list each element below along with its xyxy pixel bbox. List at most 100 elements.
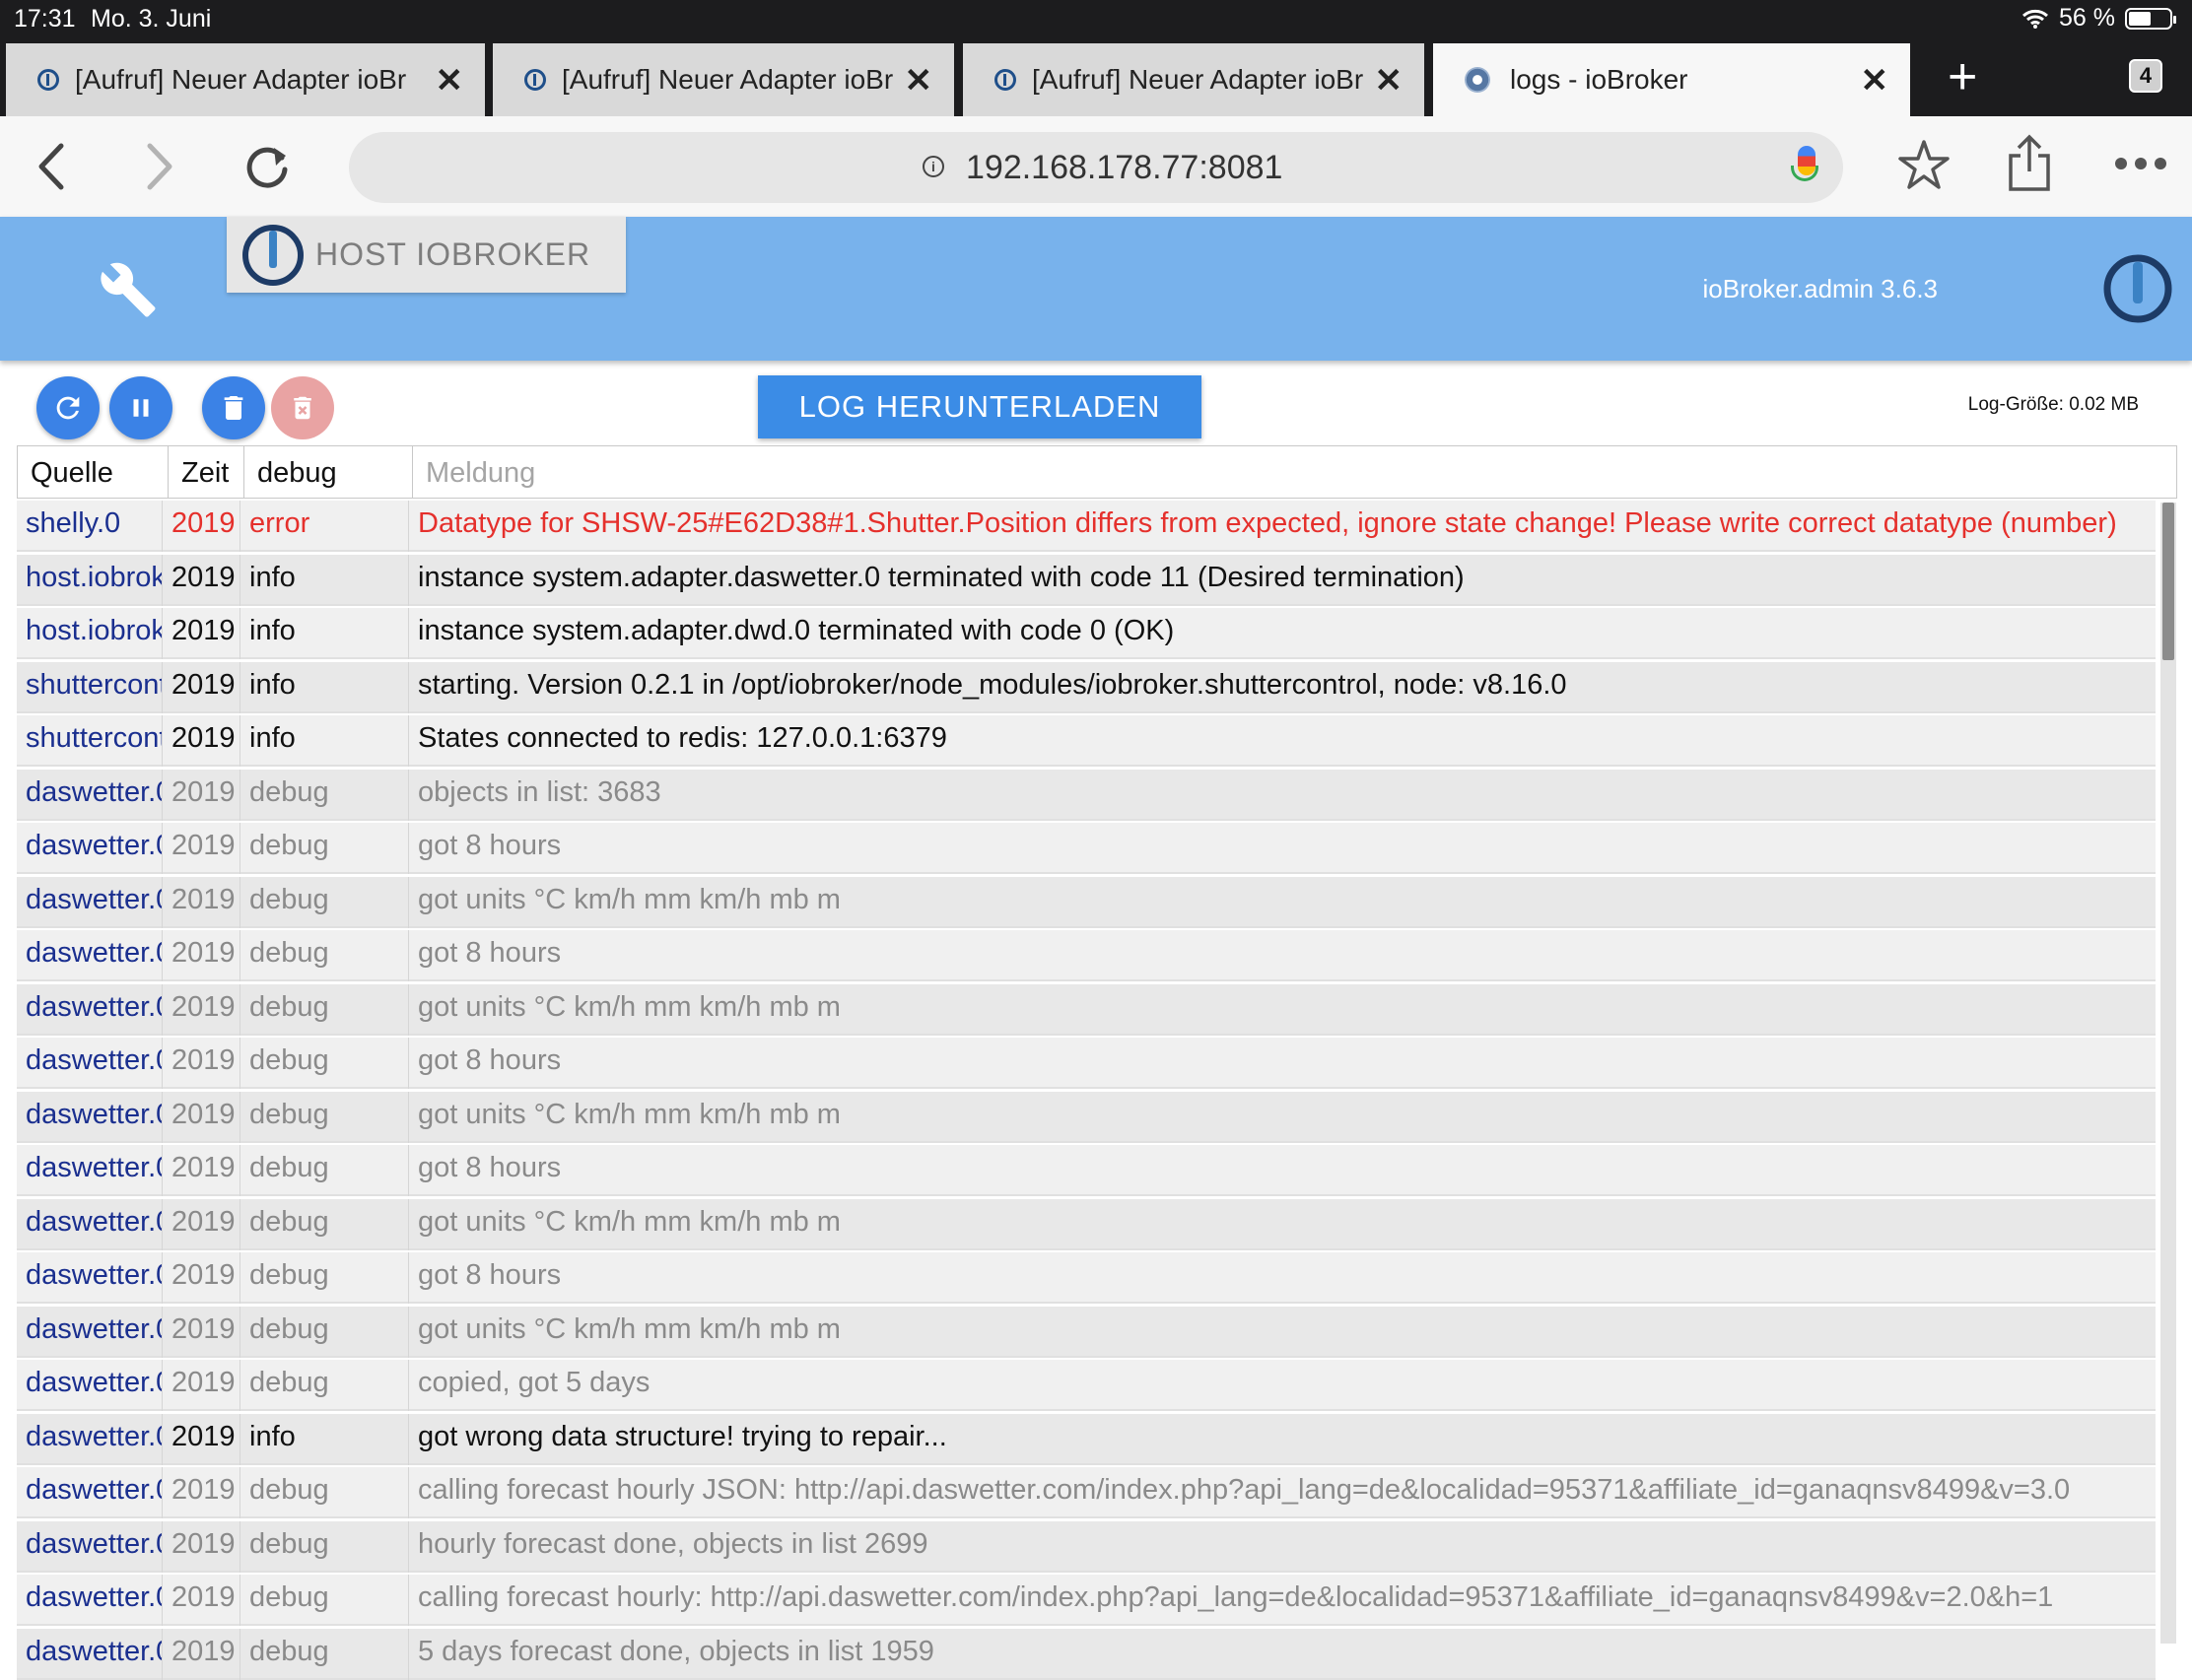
log-severity-cell: debug	[240, 876, 409, 928]
share-icon[interactable]	[2005, 134, 2054, 193]
log-severity-cell: debug	[240, 1520, 409, 1573]
log-source-cell: daswetter.0	[17, 823, 163, 874]
log-message-cell: got units °C km/h mm km/h mb m	[418, 1205, 841, 1238]
log-severity-cell: debug	[240, 1575, 409, 1626]
log-message-cell: got 8 hours	[418, 1259, 562, 1291]
time-column-header[interactable]: Zeit	[169, 446, 244, 498]
log-source-cell: daswetter.0	[17, 1413, 163, 1465]
log-message-cell: got 8 hours	[418, 937, 562, 969]
reload-icon[interactable]	[242, 142, 292, 191]
log-time-cell: 2019	[163, 1575, 240, 1626]
log-row: daswetter.0 2019 debug calling forecast hou…	[17, 1575, 2156, 1626]
log-source-cell: shuttercontrol.0	[17, 661, 163, 713]
tab-title: [Aufruf] Neuer Adapter ioBr	[562, 64, 894, 95]
source-column-header[interactable]: Quelle	[18, 446, 169, 498]
browser-tab-3[interactable]: [Aufruf] Neuer Adapter ioBr ✕	[963, 43, 1424, 116]
pause-button[interactable]	[109, 376, 172, 439]
address-text: 192.168.178.77:8081	[966, 149, 1283, 186]
host-selector-button[interactable]: HOST IOBROKER	[227, 217, 626, 293]
log-source-cell: daswetter.0	[17, 1198, 163, 1250]
log-message-cell: calling forecast hourly JSON: http://api…	[418, 1474, 2071, 1506]
clear-log-button[interactable]	[202, 376, 265, 439]
status-bar: 17:31 Mo. 3. Juni 56 %	[0, 0, 2192, 39]
log-size-label: Log-Größe: 0.02 MB	[1967, 394, 2139, 415]
log-source-cell: daswetter.0	[17, 1091, 163, 1143]
message-filter-input[interactable]: Meldung	[413, 446, 2176, 498]
log-severity-cell: info	[240, 608, 409, 659]
iobroker-favicon-icon	[37, 69, 59, 91]
log-time-cell: 2019	[163, 1038, 240, 1089]
log-row: daswetter.0 2019 debug got 8 hours	[17, 1145, 2156, 1196]
browser-tab-1[interactable]: [Aufruf] Neuer Adapter ioBr ✕	[6, 43, 485, 116]
close-tab-icon[interactable]: ✕	[905, 61, 933, 101]
severity-filter-select[interactable]: debug	[244, 446, 413, 498]
scrollbar-thumb[interactable]	[2162, 503, 2174, 660]
voice-search-icon[interactable]	[1791, 146, 1818, 181]
log-time-cell: 2019	[163, 1198, 240, 1250]
log-severity-cell: debug	[240, 1198, 409, 1250]
log-source-cell: daswetter.0	[17, 1467, 163, 1518]
log-message-cell: States connected to redis: 127.0.0.1:637…	[418, 722, 947, 754]
browser-tab-2[interactable]: [Aufruf] Neuer Adapter ioBr ✕	[493, 43, 954, 116]
refresh-button[interactable]	[36, 376, 100, 439]
back-icon[interactable]	[35, 142, 69, 191]
gear-favicon-icon	[1465, 67, 1490, 93]
site-info-icon[interactable]: i	[923, 156, 944, 177]
log-row: daswetter.0 2019 debug objects in list: 368…	[17, 769, 2156, 821]
forward-icon[interactable]	[142, 142, 175, 191]
iobroker-favicon-icon	[994, 69, 1016, 91]
log-severity-cell: debug	[240, 1467, 409, 1518]
bookmark-star-icon[interactable]	[1896, 138, 1952, 193]
log-row: daswetter.0 2019 debug got 8 hours	[17, 1252, 2156, 1304]
host-label: HOST IOBROKER	[315, 236, 591, 272]
status-date: Mo. 3. Juni	[91, 5, 212, 33]
tab-count-badge[interactable]: 4	[2129, 59, 2162, 93]
iobroker-logo-icon	[2103, 254, 2172, 323]
log-message-cell: instance system.adapter.daswetter.0 term…	[418, 561, 1465, 593]
log-time-cell: 2019	[163, 876, 240, 928]
log-message-cell: 5 days forecast done, objects in list 19…	[418, 1635, 934, 1667]
log-row: daswetter.0 2019 debug got 8 hours	[17, 930, 2156, 981]
trash-icon	[224, 396, 243, 420]
log-severity-cell: error	[240, 501, 409, 552]
log-row: daswetter.0 2019 info got wrong data struct…	[17, 1413, 2156, 1465]
close-tab-icon[interactable]: ✕	[1375, 61, 1404, 101]
log-time-cell: 2019	[163, 1467, 240, 1518]
log-source-cell: daswetter.0	[17, 983, 163, 1036]
log-message-cell: got units °C km/h mm km/h mb m	[418, 883, 841, 915]
log-source-cell: daswetter.0	[17, 1360, 163, 1411]
log-message-cell: calling forecast hourly: http://api.dasw…	[418, 1581, 2054, 1613]
log-severity-cell: info	[240, 715, 409, 767]
log-source-cell: daswetter.0	[17, 769, 163, 821]
log-severity-cell: debug	[240, 1306, 409, 1358]
log-severity-cell: info	[240, 1413, 409, 1465]
log-row: host.iobroker2019info instance system.ada…	[17, 608, 2156, 659]
log-source-cell: daswetter.0	[17, 876, 163, 928]
wrench-icon[interactable]	[99, 260, 158, 319]
log-time-cell: 2019	[163, 1413, 240, 1465]
log-row: daswetter.0 2019 debug 5 days forecast done…	[17, 1628, 2156, 1680]
log-scrollbar[interactable]	[2160, 503, 2176, 1644]
status-time: 17:31	[14, 5, 76, 33]
more-icon[interactable]	[2113, 156, 2168, 171]
address-bar[interactable]: i 192.168.178.77:8081	[349, 132, 1843, 203]
log-time-cell: 2019	[163, 769, 240, 821]
log-message-cell: got units °C km/h mm km/h mb m	[418, 1312, 841, 1345]
new-tab-icon[interactable]: +	[1948, 51, 1977, 102]
log-table-header: Quelle Zeit debug Meldung	[17, 445, 2177, 499]
log-row: host.iobroker2019info instance system.ada…	[17, 554, 2156, 606]
log-severity-cell: debug	[240, 1145, 409, 1196]
log-time-cell: 2019	[163, 554, 240, 606]
close-tab-icon[interactable]: ✕	[1861, 61, 1889, 101]
battery-percent: 56 %	[2059, 4, 2115, 32]
log-time-cell: 2019	[163, 715, 240, 767]
browser-tab-active[interactable]: logs - ioBroker ✕	[1433, 43, 1910, 116]
log-message-cell: instance system.adapter.dwd.0 terminated…	[418, 615, 1175, 646]
close-tab-icon[interactable]: ✕	[436, 61, 464, 101]
log-row: shuttercontrol.02019info starting. Versio…	[17, 661, 2156, 713]
download-log-button[interactable]: LOG HERUNTERLADEN	[758, 375, 1201, 438]
log-severity-cell: info	[240, 554, 409, 606]
delete-logfile-button[interactable]	[271, 376, 334, 439]
log-row: daswetter.0 2019 debug got units °C km/h mm…	[17, 1198, 2156, 1250]
log-row: shuttercontrol.02019info States connected…	[17, 715, 2156, 767]
